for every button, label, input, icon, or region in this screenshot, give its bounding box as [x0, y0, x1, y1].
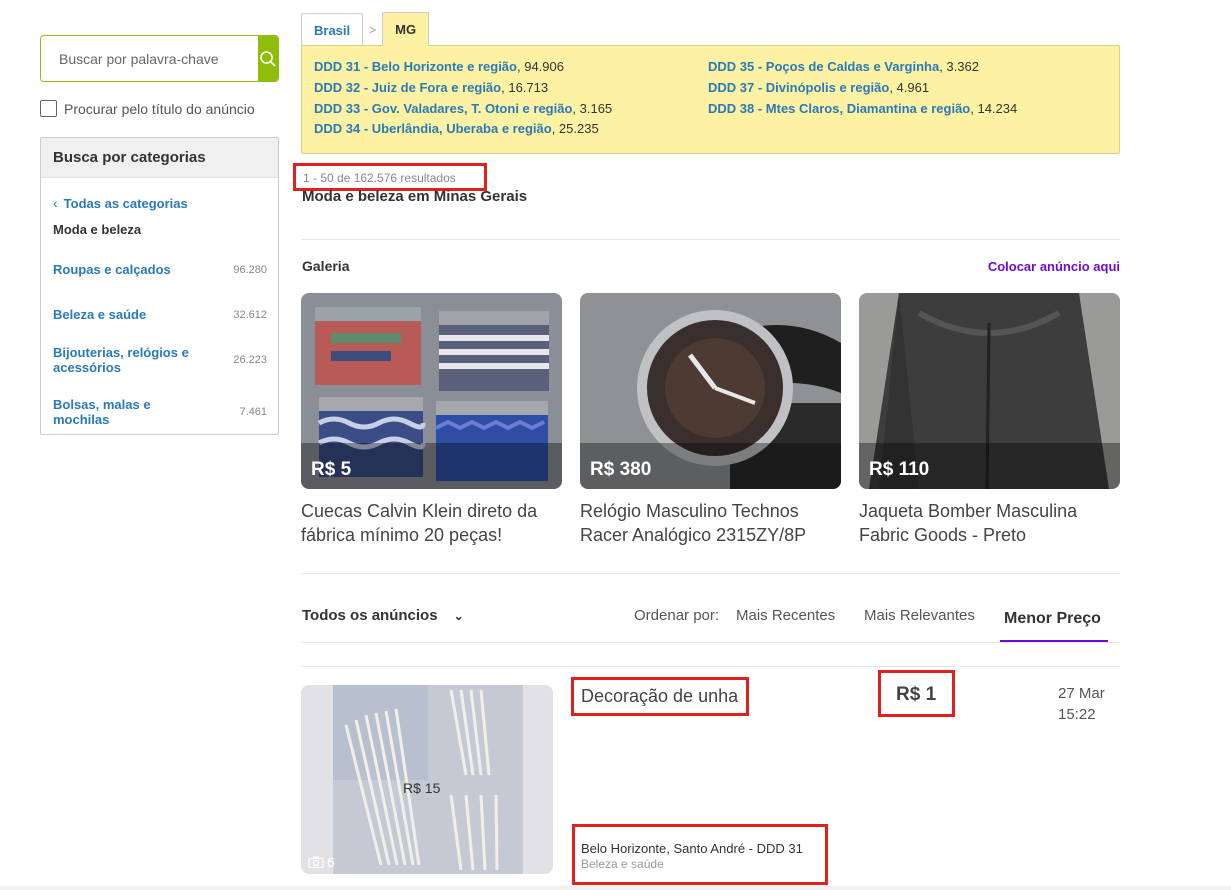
sort-option-recentes[interactable]: Mais Recentes	[736, 607, 835, 624]
ddd-item-33[interactable]: DDD 33 - Gov. Valadares, T. Otoni e regi…	[314, 101, 612, 116]
sort-label: Ordenar por:	[634, 607, 720, 624]
gallery-image[interactable]: R$ 380	[580, 293, 841, 489]
ad-price: R$ 1	[878, 670, 955, 717]
ad-date-day: 27 Mar	[1058, 685, 1105, 702]
gallery-price: R$ 380	[590, 459, 652, 480]
category-item-bijouterias[interactable]: Bijouterias, relógios e acessórios 26.22…	[53, 345, 267, 375]
category-heading: Busca por categorias	[41, 138, 278, 178]
breadcrumb-separator: >	[369, 22, 377, 37]
ddd-count: , 4.961	[889, 80, 930, 95]
category-item-count: 32.612	[233, 308, 267, 321]
ddd-count: , 3.362	[939, 59, 979, 74]
camera-icon	[308, 856, 324, 868]
ddd-count: , 25.235	[551, 121, 599, 136]
ddd-name: DDD 31 - Belo Horizonte e região	[314, 59, 517, 74]
ad-location: Belo Horizonte, Santo André - DDD 31 Bel…	[572, 824, 828, 885]
place-ad-link[interactable]: Colocar anúncio aqui	[988, 259, 1120, 274]
ddd-count: , 14.234	[970, 101, 1018, 116]
title-only-label: Procurar pelo título do anúncio	[64, 100, 255, 117]
current-category: Moda e beleza	[53, 222, 142, 237]
gallery-image[interactable]: R$ 5	[301, 293, 562, 489]
category-item-label: Bijouterias, relógios e acessórios	[53, 345, 189, 375]
category-item-roupas[interactable]: Roupas e calçados 96.280	[53, 262, 267, 277]
tab-brasil[interactable]: Brasil	[301, 13, 364, 46]
all-categories-label: Todas as categorias	[63, 195, 188, 211]
location-breadcrumb: Brasil > MG	[301, 12, 430, 46]
ad-location-text: Belo Horizonte, Santo André - DDD 31	[581, 841, 803, 856]
ddd-item-37[interactable]: DDD 37 - Divinópolis e região, 4.961	[708, 80, 929, 95]
divider	[301, 666, 1120, 667]
title-only-checkbox[interactable]	[40, 100, 57, 117]
category-item-count: 26.223	[233, 354, 267, 366]
gallery-price: R$ 110	[869, 459, 930, 480]
title-only-option[interactable]: Procurar pelo título do anúncio	[40, 100, 255, 117]
ddd-count: , 94.906	[516, 59, 564, 74]
results-count: 1 - 50 de 162.576 resultados	[293, 163, 487, 191]
ad-type-filter-label: Todos os anúncios	[302, 607, 438, 624]
ddd-region-list: DDD 31 - Belo Horizonte e região, 94.906…	[301, 45, 1120, 154]
ddd-name: DDD 37 - Divinópolis e região	[708, 80, 890, 95]
gallery-title[interactable]: Relógio Masculino Technos Racer Analógic…	[580, 499, 841, 547]
page-title: Moda e beleza em Minas Gerais	[302, 188, 528, 205]
divider	[301, 239, 1120, 240]
search-input[interactable]	[41, 36, 258, 81]
category-item-count: 96.280	[233, 263, 267, 276]
all-categories-link[interactable]: ‹ Todas as categorias	[53, 195, 188, 211]
ddd-item-31[interactable]: DDD 31 - Belo Horizonte e região, 94.906	[314, 59, 564, 74]
ad-image[interactable]: R$ 15 6	[301, 685, 553, 874]
divider	[301, 642, 1120, 643]
ad-image-overlay-text: R$ 15	[403, 780, 441, 796]
sort-option-menor-preco[interactable]: Menor Preço	[1000, 601, 1108, 642]
category-item-label: Bolsas, malas e mochilas	[53, 397, 151, 427]
tab-mg[interactable]: MG	[382, 12, 430, 46]
category-item-label: Beleza e saúde	[53, 307, 147, 322]
ad-category: Beleza e saúde	[581, 857, 664, 871]
bottom-edge	[0, 886, 1231, 890]
ddd-name: DDD 35 - Poços de Caldas e Varginha	[708, 59, 940, 74]
ddd-name: DDD 32 - Juiz de Fora e região	[314, 80, 502, 95]
gallery-title[interactable]: Jaqueta Bomber Masculina Fabric Goods - …	[859, 499, 1120, 547]
ddd-item-32[interactable]: DDD 32 - Juiz de Fora e região, 16.713	[314, 80, 548, 95]
ddd-item-34[interactable]: DDD 34 - Uberlândia, Uberaba e região, 2…	[314, 121, 599, 136]
chevron-left-icon: ‹	[53, 195, 58, 211]
ddd-item-38[interactable]: DDD 38 - Mtes Claros, Diamantina e regiã…	[708, 101, 1017, 116]
category-item-beleza[interactable]: Beleza e saúde 32.612	[53, 307, 267, 322]
category-item-bolsas[interactable]: Bolsas, malas e mochilas 7.461	[53, 397, 267, 427]
ddd-count: , 16.713	[501, 80, 549, 95]
ad-date: 27 Mar 15:22	[1058, 683, 1105, 725]
category-item-label: Roupas e calçados	[53, 262, 171, 277]
search-button[interactable]	[258, 36, 278, 81]
divider	[301, 573, 1120, 574]
gallery-card[interactable]: R$ 110 Jaqueta Bomber Masculina Fabric G…	[859, 293, 1120, 547]
ad-title[interactable]: Decoração de unha	[571, 677, 749, 716]
search-box	[40, 35, 279, 82]
gallery-card[interactable]: R$ 5 Cuecas Calvin Klein direto da fábri…	[301, 293, 562, 547]
gallery-card[interactable]: R$ 380 Relógio Masculino Technos Racer A…	[580, 293, 841, 547]
ddd-item-35[interactable]: DDD 35 - Poços de Caldas e Varginha, 3.3…	[708, 59, 979, 74]
ad-type-filter[interactable]: Todos os anúncios ⌄	[302, 607, 464, 624]
ddd-name: DDD 34 - Uberlândia, Uberaba e região	[314, 121, 552, 136]
search-icon	[260, 50, 276, 67]
ddd-name: DDD 38 - Mtes Claros, Diamantina e regiã…	[708, 101, 971, 116]
category-panel: Busca por categorias ‹ Todas as categori…	[40, 137, 279, 435]
photo-count: 6	[308, 854, 335, 870]
ddd-name: DDD 33 - Gov. Valadares, T. Otoni e regi…	[314, 101, 573, 116]
photo-count-value: 6	[327, 854, 335, 870]
nail-brushes-photo: R$ 15	[301, 685, 553, 874]
gallery-image[interactable]: R$ 110	[859, 293, 1120, 489]
ddd-count: , 3.165	[572, 101, 613, 116]
chevron-down-icon: ⌄	[453, 608, 464, 623]
gallery-price: R$ 5	[311, 459, 352, 480]
category-item-count: 7.461	[239, 406, 267, 418]
gallery-title[interactable]: Cuecas Calvin Klein direto da fábrica mí…	[301, 499, 562, 547]
ad-date-time: 15:22	[1058, 706, 1096, 723]
gallery-heading: Galeria	[302, 258, 350, 274]
sort-option-relevantes[interactable]: Mais Relevantes	[864, 607, 975, 624]
